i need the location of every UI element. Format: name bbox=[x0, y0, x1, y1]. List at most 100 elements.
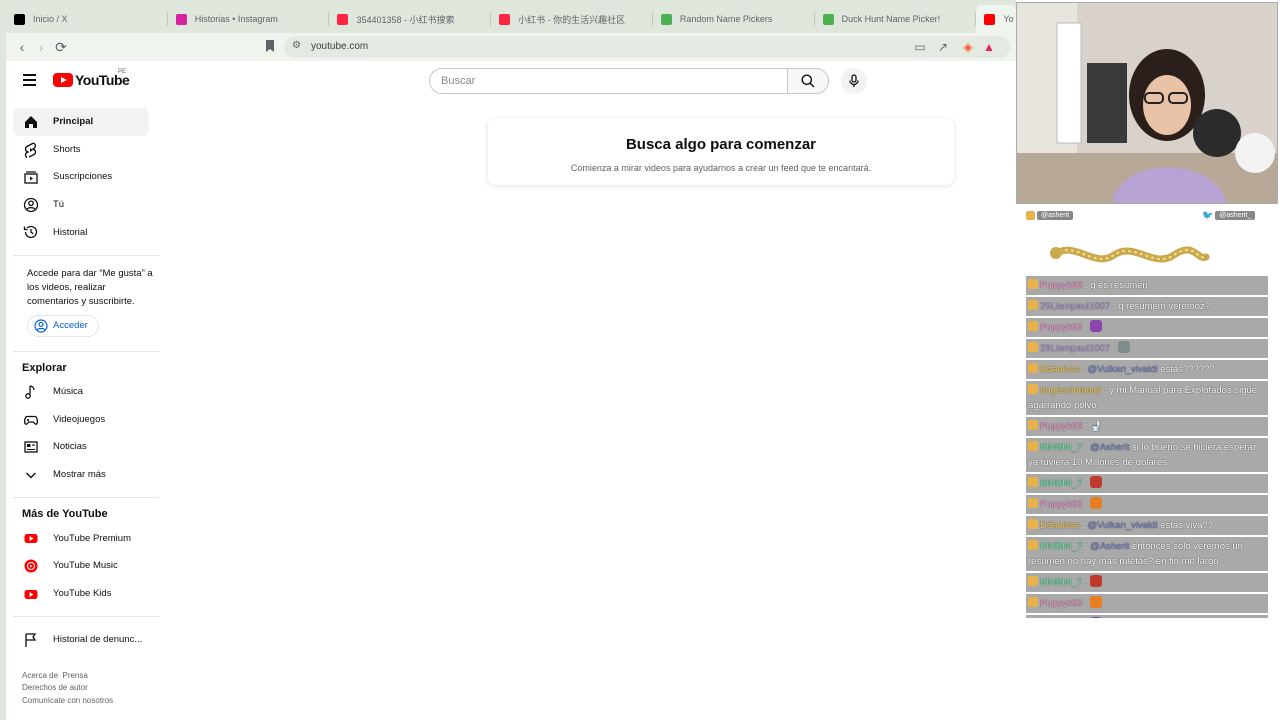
sidebar-item-noticias[interactable]: Noticias bbox=[13, 433, 149, 461]
chat-emote-icon bbox=[1090, 497, 1103, 509]
country-code: PE bbox=[118, 69, 127, 75]
chat-mention: @Asherit bbox=[1090, 541, 1130, 552]
dragon-decoration bbox=[1050, 246, 1210, 263]
chat-badge-icon bbox=[1028, 384, 1038, 394]
tab-3[interactable]: 小红书 - 你的生活兴趣社区 bbox=[491, 5, 653, 33]
tab-title: Inicio / X bbox=[33, 14, 68, 24]
site-settings-icon[interactable]: ⚙ bbox=[292, 40, 304, 54]
chat-message: BINBIN_7 : bbox=[1026, 615, 1268, 618]
share-icon[interactable]: ↗ bbox=[935, 39, 951, 55]
chat-message: Ddaeloss : @Vulkan_vivaldi estas?????? bbox=[1026, 360, 1268, 379]
empty-feed-title: Busca algo para comenzar bbox=[625, 136, 817, 153]
chat-emote-icon bbox=[1090, 320, 1103, 332]
footer-link-copyright[interactable]: Derechos de autor bbox=[22, 683, 88, 692]
url-field[interactable]: ⚙ youtube.com ▭ ↗ ◈ ▲ bbox=[284, 36, 1010, 58]
tab-title: Yo bbox=[1003, 14, 1014, 24]
chat-message: BINBIN_7 : bbox=[1026, 573, 1268, 592]
chat-badge-icon bbox=[1028, 279, 1038, 289]
youtube-kids-icon bbox=[24, 589, 38, 599]
sidebar-item-shorts[interactable]: Shorts bbox=[13, 136, 149, 164]
tab-2[interactable]: 354401358 - 小红书搜索 bbox=[329, 5, 492, 33]
address-bar: ‹ › ⟳ ⚙ youtube.com ▭ ↗ ◈ ▲ bbox=[6, 33, 1016, 61]
sidebar-item-label: Historial bbox=[53, 226, 88, 238]
chat-mention: @Vulkan_vivaldi bbox=[1087, 520, 1158, 531]
youtube-icon bbox=[984, 13, 996, 25]
signin-label: Acceder bbox=[53, 320, 88, 332]
signin-button[interactable]: Acceder bbox=[27, 314, 99, 337]
chat-mention: @Asherit bbox=[1090, 442, 1130, 453]
cast-icon[interactable]: ▭ bbox=[912, 39, 928, 55]
sidebar-item-historial[interactable]: Historial bbox=[13, 218, 149, 246]
tab-4[interactable]: Random Name Pickers bbox=[653, 5, 815, 33]
chat-username: Puppyk63 bbox=[1040, 421, 1083, 432]
youtube-header: YouTube PE bbox=[6, 61, 1016, 101]
sidebar-item-videojuegos[interactable]: Videojuegos bbox=[13, 406, 149, 434]
chat-badge-icon bbox=[1028, 477, 1038, 487]
sidebar-item-youtube-premium[interactable]: YouTube Premium bbox=[13, 524, 149, 552]
chat-badge-icon bbox=[1028, 519, 1038, 529]
account-circle-icon bbox=[34, 319, 48, 333]
search-box bbox=[429, 68, 829, 94]
brave-shields-icon[interactable]: ◈ bbox=[960, 39, 976, 55]
sidebar-item-mostrar-más[interactable]: Mostrar más bbox=[13, 461, 149, 489]
chevron-down-icon bbox=[26, 472, 36, 479]
sidebar-item-música[interactable]: Música bbox=[13, 378, 149, 406]
tab-5[interactable]: Duck Hunt Name Picker! bbox=[815, 5, 977, 33]
chat-text: q es resumen bbox=[1090, 280, 1148, 291]
you-icon bbox=[23, 197, 39, 212]
back-icon[interactable]: ‹ bbox=[14, 39, 30, 55]
divider bbox=[13, 616, 159, 618]
news-icon bbox=[24, 441, 38, 453]
reload-icon[interactable]: ⟳ bbox=[53, 39, 69, 55]
twitter-icon: 🐦 bbox=[1202, 209, 1214, 220]
search-button[interactable] bbox=[787, 68, 829, 94]
chat-username: Puppyk63 bbox=[1040, 322, 1083, 333]
empty-feed-subtitle: Comienza a mirar videos para ayudarnos a… bbox=[570, 163, 872, 173]
chat-badge-icon bbox=[1028, 441, 1038, 451]
footer-link-about[interactable]: Acerca de bbox=[22, 671, 58, 680]
forward-icon[interactable]: › bbox=[33, 39, 49, 55]
chat-badge-icon bbox=[1028, 576, 1038, 586]
chat-username: BINBIN_7 bbox=[1040, 541, 1083, 552]
menu-icon[interactable] bbox=[23, 74, 36, 86]
xiaohongshu-icon bbox=[337, 13, 349, 25]
more-title: Más de YouTube bbox=[22, 508, 108, 521]
social-icon bbox=[1026, 210, 1035, 220]
sidebar-item-tú[interactable]: Tú bbox=[13, 191, 149, 219]
chat-message: 29Liampaul1007 : q resumem veremoz? bbox=[1026, 297, 1268, 316]
tab-1[interactable]: Historias • Instagram bbox=[168, 5, 330, 33]
sidebar-item-youtube-music[interactable]: YouTube Music bbox=[13, 552, 149, 580]
youtube-page: YouTube PE Principal Shorts Suscripciones T… bbox=[6, 61, 1016, 720]
chat-username: Ddaeloss bbox=[1040, 520, 1080, 531]
sidebar-item-label: Historial de denunc... bbox=[53, 634, 143, 646]
search-input[interactable] bbox=[429, 68, 788, 94]
chat-message: Ddaeloss : @Vulkan_vivaldi estas viva?? bbox=[1026, 516, 1268, 535]
voice-search-button[interactable] bbox=[841, 68, 867, 94]
sidebar-item-principal[interactable]: Principal bbox=[13, 108, 149, 136]
chat-message: angesniefaanji : y mi Manual para Explot… bbox=[1026, 381, 1268, 415]
more-nav: YouTube Premium YouTube Music YouTube Kids bbox=[13, 524, 153, 607]
url-text: youtube.com bbox=[311, 41, 369, 52]
youtube-play-icon bbox=[53, 73, 73, 87]
chat-badge-icon bbox=[1028, 597, 1038, 607]
bookmark-icon[interactable] bbox=[262, 39, 278, 55]
tab-title: Duck Hunt Name Picker! bbox=[841, 14, 941, 24]
tab-title: 小红书 - 你的生活兴趣社区 bbox=[518, 14, 626, 25]
webcam-feed bbox=[1016, 2, 1278, 204]
sidebar-item-suscripciones[interactable]: Suscripciones bbox=[13, 163, 149, 191]
flag-icon bbox=[25, 633, 37, 648]
sidebar-item-youtube-kids[interactable]: YouTube Kids bbox=[13, 580, 149, 608]
chat-message: 29Liampaul1007 : bbox=[1026, 339, 1268, 358]
tab-6[interactable]: Yo bbox=[976, 5, 1016, 33]
chat-badge-icon bbox=[1028, 363, 1038, 373]
footer-link-contact[interactable]: Comunícate con nosotros bbox=[22, 696, 113, 705]
explore-title: Explorar bbox=[22, 361, 67, 374]
youtube-logo[interactable]: YouTube PE bbox=[53, 69, 130, 88]
chat-username: Puppyk63 bbox=[1040, 598, 1083, 609]
tab-0[interactable]: Inicio / X bbox=[6, 5, 168, 33]
brave-rewards-icon[interactable]: ▲ bbox=[981, 39, 997, 55]
footer-link-press[interactable]: Prensa bbox=[62, 671, 87, 680]
chat-message: Puppyk63 : 🚽 bbox=[1026, 417, 1268, 436]
sidebar-item-report-history[interactable]: Historial de denunc... bbox=[13, 626, 149, 654]
picker-icon bbox=[660, 13, 672, 25]
